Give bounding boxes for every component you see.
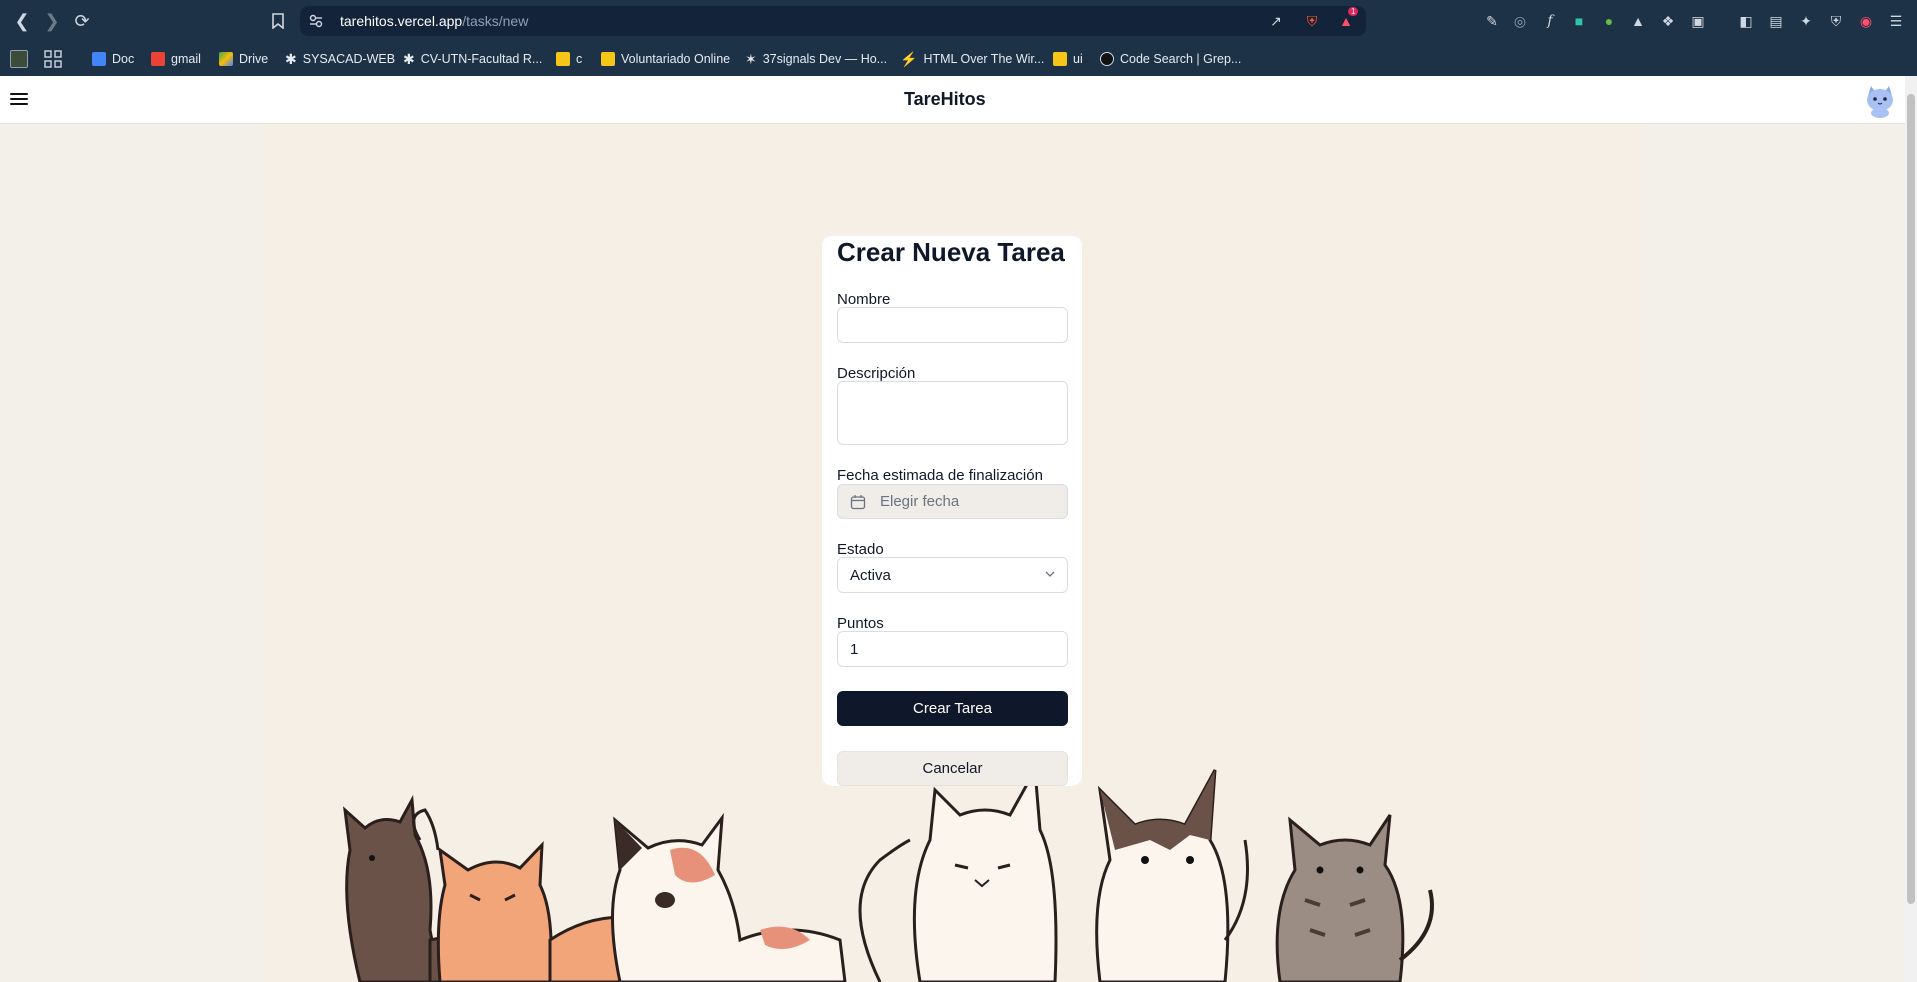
compass-icon[interactable]: ◎ [1510, 11, 1530, 31]
bookmark-sysacad[interactable]: ✱ SYSACAD-WEB [285, 50, 395, 68]
grey-cat-icon [1095, 769, 1249, 982]
cat-avatar-icon[interactable] [1862, 82, 1898, 118]
browser-chrome: ❮ ❯ ⟳ tarehitos.vercel.app/tasks/new ↗ ⛨… [0, 0, 1917, 76]
url-path: /tasks/new [462, 13, 529, 29]
nombre-label: Nombre [837, 291, 891, 308]
estado-select[interactable]: Activa [837, 557, 1068, 593]
form-title: Crear Nueva Tarea [837, 237, 1065, 267]
scroll-thumb[interactable] [1907, 94, 1915, 904]
forward-icon[interactable]: ❯ [40, 9, 64, 33]
app-title: TareHitos [904, 89, 986, 109]
fecha-placeholder: Elegir fecha [880, 493, 960, 510]
extension-paint-icon[interactable]: ✎ [1482, 11, 1502, 31]
site-settings-icon[interactable] [306, 11, 326, 31]
browser-toolbar: ❮ ❯ ⟳ tarehitos.vercel.app/tasks/new ↗ ⛨… [0, 0, 1917, 42]
bookmark-label: c [576, 52, 583, 66]
bookmark-label: Doc [112, 52, 135, 66]
37signals-icon: ✶ [745, 50, 757, 67]
back-icon[interactable]: ❮ [10, 9, 34, 33]
folder-icon [1053, 52, 1067, 66]
chevron-down-icon [1045, 571, 1055, 577]
font-extension-icon[interactable]: f [1540, 11, 1560, 31]
fecha-date-picker[interactable]: Elegir fecha [837, 484, 1068, 519]
screenshot-icon[interactable]: ▣ [1688, 11, 1708, 31]
bookmark-icon[interactable] [266, 9, 290, 33]
bookmark-drive[interactable]: Drive [219, 50, 268, 68]
extension-cat-icon[interactable]: ▲ [1628, 11, 1648, 31]
bookmark-label: CV-UTN-Facultad R... [420, 52, 543, 66]
descripcion-textarea[interactable] [837, 381, 1068, 445]
vpn-shield-icon[interactable]: ⛨ [1826, 11, 1846, 31]
leo-ai-icon[interactable]: ✦ [1796, 11, 1816, 31]
apps-grid-icon[interactable] [44, 50, 62, 68]
bookmark-doc[interactable]: Doc [92, 50, 134, 68]
sysacad-icon: ✱ [285, 50, 297, 67]
url-host: tarehitos.vercel.app [340, 13, 463, 29]
reload-icon[interactable]: ⟳ [70, 9, 94, 33]
bookmarks-bar: Doc gmail Drive ✱ SYSACAD-WEB ✱ CV-UTN-Fac… [0, 42, 1917, 76]
calico-cat-icon [611, 812, 847, 982]
folder-icon [601, 52, 615, 66]
bookmark-label: Voluntariado Online [621, 52, 731, 66]
brave-shields-icon[interactable]: ⛨ [1302, 11, 1322, 31]
hotwire-icon: ⚡ [900, 50, 918, 67]
estado-selected-value: Activa [850, 566, 891, 584]
bookmark-37signals[interactable]: ✶ 37signals Dev — Ho... [745, 50, 887, 68]
bookmark-square-icon[interactable] [10, 50, 28, 68]
docs-icon [92, 52, 106, 66]
bookmark-hotwire[interactable]: ⚡ HTML Over The Wir... [900, 50, 1044, 68]
bookmark-grep[interactable]: Code Search | Grep... [1100, 50, 1241, 68]
sidebar-icon[interactable]: ◧ [1736, 11, 1756, 31]
extension-square-icon[interactable]: ■ [1569, 11, 1589, 31]
profile-icon[interactable]: ◉ [1856, 11, 1876, 31]
puntos-label: Puntos [837, 615, 884, 632]
descripcion-label: Descripción [837, 365, 916, 382]
estado-label: Estado [837, 541, 884, 558]
bookmark-label: ui [1073, 52, 1083, 66]
folder-icon [556, 52, 570, 66]
menu-icon[interactable]: ☰ [1886, 11, 1906, 31]
hamburger-menu-icon[interactable] [10, 90, 30, 110]
extension-leaf-icon[interactable]: ● [1599, 11, 1619, 31]
share-icon[interactable]: ↗ [1266, 11, 1286, 31]
nombre-input[interactable] [837, 307, 1068, 343]
app-header: TareHitos [0, 76, 1905, 124]
bookmark-cv-utn[interactable]: ✱ CV-UTN-Facultad R... [403, 50, 542, 68]
crear-tarea-button[interactable]: Crear Tarea [837, 691, 1068, 726]
cancelar-button[interactable]: Cancelar [837, 751, 1068, 786]
drive-icon [219, 52, 233, 66]
fecha-label: Fecha estimada de finalización [837, 467, 1043, 484]
url-text[interactable]: tarehitos.vercel.app/tasks/new [340, 13, 528, 29]
white-cat-icon [858, 764, 1058, 982]
bookmark-label: SYSACAD-WEB [302, 52, 396, 66]
bookmark-label: gmail [171, 52, 201, 66]
page-scrollbar[interactable] [1905, 76, 1917, 982]
brave-rewards-icon[interactable]: ▲ 1 [1336, 7, 1359, 31]
tabby-cat-icon [1275, 814, 1434, 982]
bookmark-label: 37signals Dev — Ho... [762, 52, 888, 66]
bookmark-ui[interactable]: ui [1053, 50, 1083, 68]
bookmark-folder-c[interactable]: c [556, 50, 582, 68]
bookmark-voluntariado[interactable]: Voluntariado Online [601, 50, 730, 68]
bookmark-label: HTML Over The Wir... [923, 52, 1045, 66]
bookmark-label: Code Search | Grep... [1120, 52, 1242, 66]
calendar-icon [850, 494, 866, 509]
puntos-input[interactable]: 1 [837, 631, 1068, 667]
wallet-icon[interactable]: ▤ [1766, 11, 1786, 31]
bookmark-label: Drive [239, 52, 269, 66]
gmail-icon [151, 52, 165, 66]
grep-icon [1100, 52, 1114, 66]
extensions-puzzle-icon[interactable]: ❖ [1658, 11, 1678, 31]
cv-icon: ✱ [403, 50, 415, 67]
bookmark-gmail[interactable]: gmail [151, 50, 201, 68]
